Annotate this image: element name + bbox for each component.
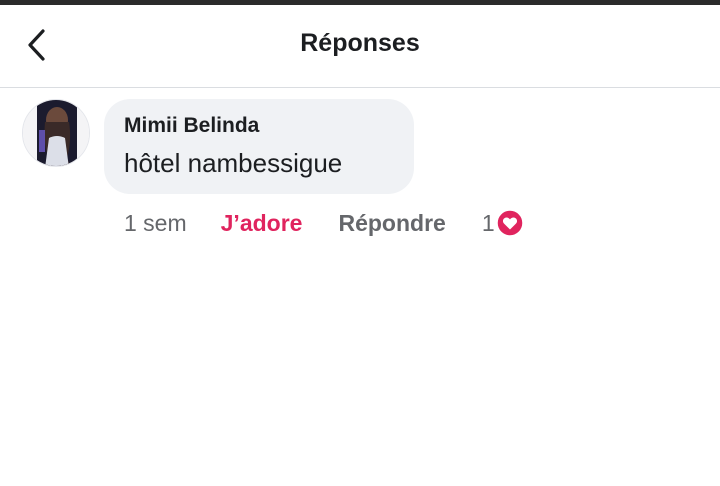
comment-timestamp[interactable]: 1 sem — [124, 210, 187, 237]
reaction-summary[interactable]: 1 — [482, 209, 524, 237]
comment-bubble: Mimii Belinda hôtel nambessigue — [104, 99, 414, 194]
comment-text: hôtel nambessigue — [124, 148, 343, 178]
reply-button[interactable]: Répondre — [338, 210, 445, 237]
react-button[interactable]: J’adore — [221, 210, 303, 237]
page-title: Réponses — [300, 29, 420, 57]
comment-actions: 1 sem J’adore Répondre 1 — [124, 207, 524, 239]
avatar-image — [23, 100, 89, 166]
header: Réponses — [0, 5, 720, 87]
reaction-count: 1 — [481, 209, 495, 236]
heart-icon — [495, 209, 524, 237]
avatar[interactable] — [22, 99, 90, 167]
comment-author[interactable]: Mimii Belinda — [124, 113, 394, 139]
header-divider — [0, 87, 720, 88]
